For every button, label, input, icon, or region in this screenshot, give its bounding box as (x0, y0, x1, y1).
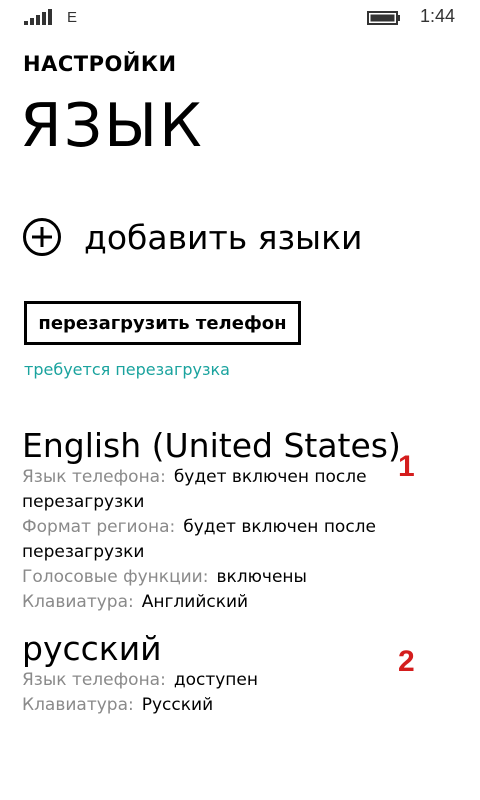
plus-circle-icon (23, 218, 61, 256)
language-detail: Голосовые функции: включены (22, 565, 402, 590)
detail-value: Русский (141, 695, 214, 715)
detail-label: Клавиатура: (22, 592, 134, 612)
detail-label: Формат региона: (22, 517, 176, 537)
restart-phone-button[interactable]: перезагрузить телефон (24, 301, 301, 345)
language-detail: Клавиатура: Русский (22, 693, 402, 718)
detail-value: включены (216, 567, 307, 587)
detail-value: Английский (141, 592, 249, 612)
language-item-russian[interactable]: русский Язык телефона: доступен Клавиатур… (22, 630, 402, 718)
status-bar: E 1:44 (0, 0, 480, 36)
language-detail: Язык телефона: доступен (22, 668, 402, 693)
restart-required-note: требуется перезагрузка (24, 360, 230, 379)
detail-value: доступен (173, 670, 258, 690)
page-title: ЯЗЫК (20, 91, 204, 161)
app-title: НАСТРОЙКИ (23, 52, 177, 76)
language-detail: Язык телефона: будет включен после переза… (22, 465, 402, 515)
signal-strength-icon (24, 9, 52, 25)
language-detail: Формат региона: будет включен после перез… (22, 515, 402, 565)
add-languages-label: добавить языки (84, 217, 363, 257)
language-name: русский (22, 629, 162, 668)
language-name: English (United States) (22, 426, 401, 465)
add-languages-button[interactable]: добавить языки (22, 214, 362, 260)
detail-label: Голосовые функции: (22, 567, 209, 587)
clock: 1:44 (420, 6, 456, 26)
annotation-marker-2: 2 (398, 645, 415, 678)
network-type: E (67, 9, 78, 26)
language-item-english[interactable]: English (United States) Язык телефона: бу… (22, 427, 402, 615)
annotation-marker-1: 1 (398, 450, 415, 483)
detail-label: Язык телефона: (22, 670, 166, 690)
detail-label: Язык телефона: (22, 467, 166, 487)
language-detail: Клавиатура: Английский (22, 590, 402, 615)
battery-icon (367, 11, 400, 25)
detail-label: Клавиатура: (22, 695, 134, 715)
